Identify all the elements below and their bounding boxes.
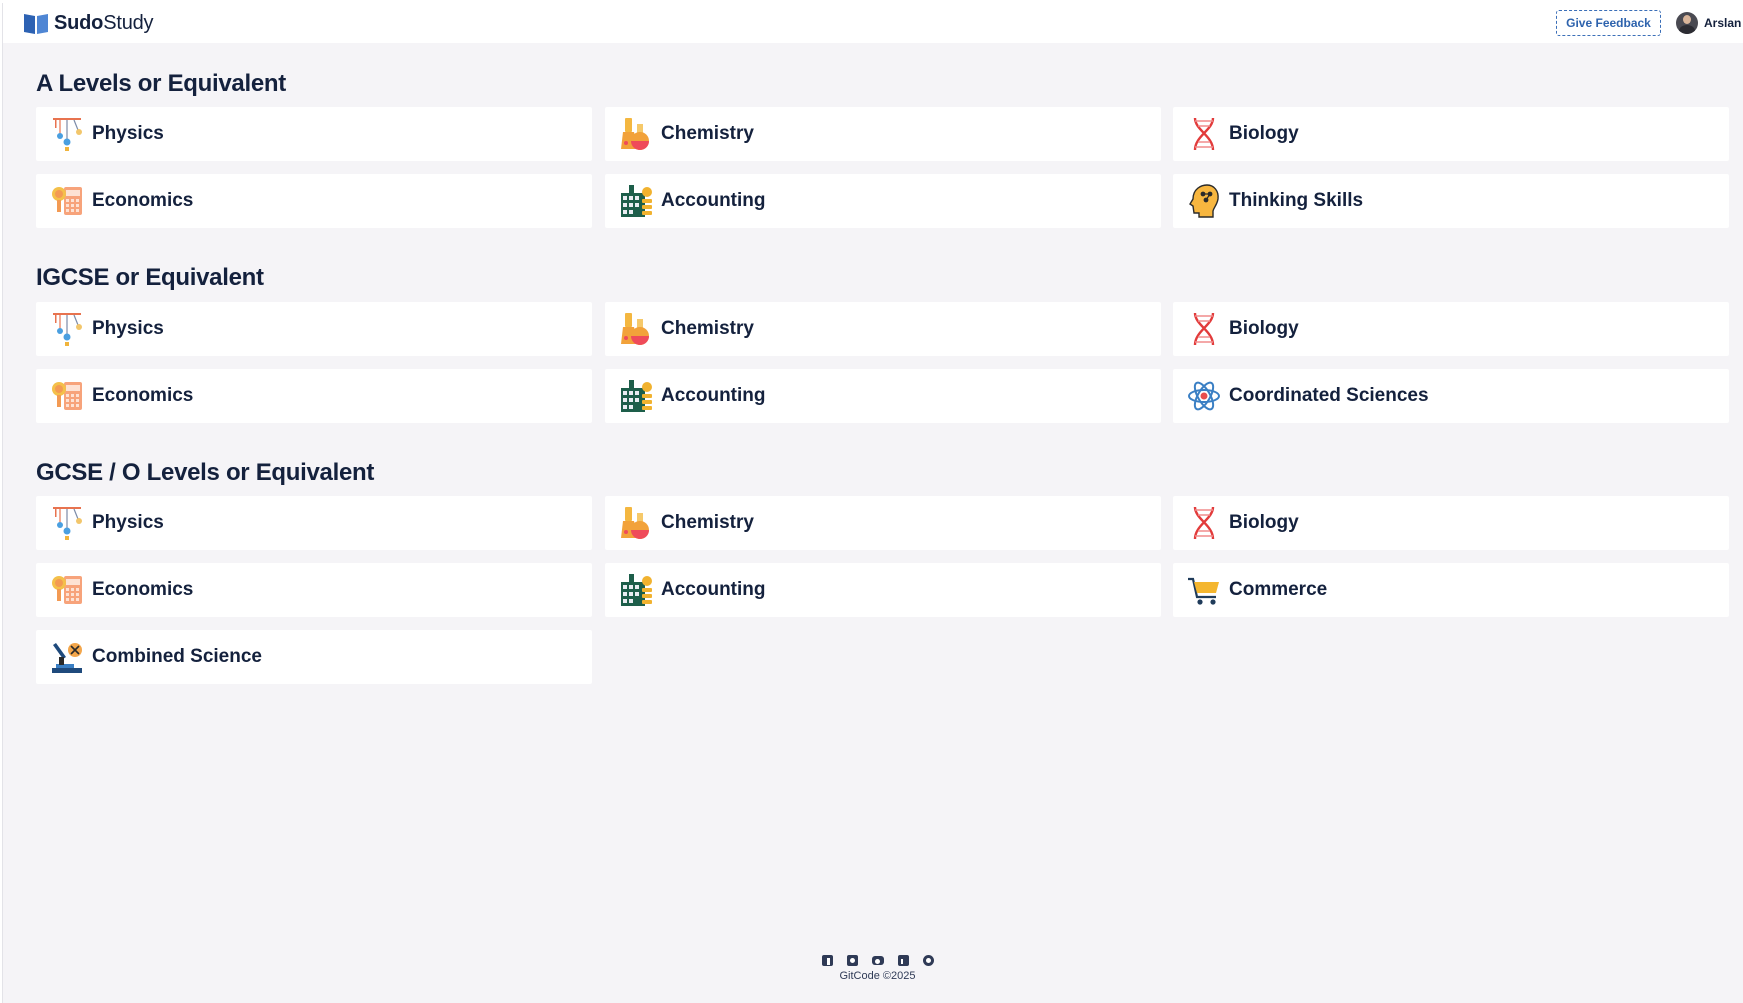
subject-card-chemistry[interactable]: Chemistry: [605, 302, 1161, 356]
subject-card-physics[interactable]: Physics: [36, 496, 592, 550]
facebook-icon[interactable]: [821, 955, 833, 966]
subject-card-economics[interactable]: Economics: [36, 563, 592, 617]
subject-card-coordinated-sciences[interactable]: Coordinated Sciences: [1173, 369, 1729, 423]
subject-card-combined-science[interactable]: Combined Science: [36, 630, 592, 684]
accounting-ledger-icon: [619, 183, 653, 219]
subject-label: Biology: [1229, 512, 1299, 533]
subject-label: Thinking Skills: [1229, 190, 1364, 211]
accounting-ledger-icon: [619, 572, 653, 608]
subject-card-thinking-skills[interactable]: Thinking Skills: [1173, 174, 1729, 228]
subject-label: Coordinated Sciences: [1229, 385, 1429, 406]
accounting-ledger-icon: [619, 378, 653, 414]
subject-label: Economics: [92, 579, 194, 600]
brain-head-icon: [1187, 183, 1221, 219]
avatar: [1676, 12, 1698, 34]
copyright-text: GitCode ©2025: [839, 970, 916, 982]
user-name: Arslan: [1704, 16, 1742, 30]
subject-label: Chemistry: [661, 318, 754, 339]
subject-label: Physics: [92, 318, 164, 339]
subject-label: Accounting: [661, 579, 766, 600]
subject-card-biology[interactable]: Biology: [1173, 107, 1729, 161]
subject-label: Biology: [1229, 318, 1299, 339]
subject-label: Biology: [1229, 123, 1299, 144]
subject-label: Accounting: [661, 190, 766, 211]
linkedin-icon[interactable]: [897, 955, 909, 966]
brand-logo[interactable]: SudoStudy: [23, 10, 154, 36]
give-feedback-button[interactable]: Give Feedback: [1556, 10, 1661, 36]
chemistry-flask-icon: [619, 116, 653, 152]
dna-icon: [1187, 311, 1221, 347]
subject-card-biology[interactable]: Biology: [1173, 496, 1729, 550]
subject-card-physics[interactable]: Physics: [36, 107, 592, 161]
subject-label: Accounting: [661, 385, 766, 406]
brand-name: SudoStudy: [54, 11, 154, 34]
page: SudoStudy Give Feedback Arslan A Levels …: [2, 3, 1743, 1003]
subject-card-commerce[interactable]: Commerce: [1173, 563, 1729, 617]
reddit-icon[interactable]: [922, 955, 934, 966]
section-title-a-levels: A Levels or Equivalent: [36, 70, 286, 97]
subject-card-biology[interactable]: Biology: [1173, 302, 1729, 356]
subject-card-chemistry[interactable]: Chemistry: [605, 107, 1161, 161]
section-title-gcse-o-levels: GCSE / O Levels or Equivalent: [36, 459, 375, 486]
microscope-icon: [50, 639, 84, 675]
subject-label: Combined Science: [92, 646, 262, 667]
user-menu[interactable]: Arslan: [1676, 12, 1741, 34]
subject-label: Physics: [92, 512, 164, 533]
book-logo-icon: [24, 14, 48, 34]
top-bar: SudoStudy Give Feedback Arslan: [3, 3, 1743, 43]
subject-card-economics[interactable]: Economics: [36, 174, 592, 228]
instagram-icon[interactable]: [846, 955, 858, 966]
social-links: [11, 955, 1743, 966]
shopping-cart-icon: [1187, 572, 1221, 608]
subject-card-physics[interactable]: Physics: [36, 302, 592, 356]
subject-card-accounting[interactable]: Accounting: [605, 174, 1161, 228]
section-title-igcse: IGCSE or Equivalent: [36, 264, 264, 291]
subject-label: Physics: [92, 123, 164, 144]
economics-calculator-icon: [50, 378, 84, 414]
subject-card-accounting[interactable]: Accounting: [605, 563, 1161, 617]
subject-label: Economics: [92, 385, 194, 406]
economics-calculator-icon: [50, 183, 84, 219]
subject-label: Commerce: [1229, 579, 1328, 600]
subject-label: Chemistry: [661, 512, 754, 533]
chemistry-flask-icon: [619, 505, 653, 541]
subject-card-economics[interactable]: Economics: [36, 369, 592, 423]
subject-label: Chemistry: [661, 123, 754, 144]
subject-label: Economics: [92, 190, 194, 211]
dna-icon: [1187, 116, 1221, 152]
economics-calculator-icon: [50, 572, 84, 608]
subject-card-chemistry[interactable]: Chemistry: [605, 496, 1161, 550]
atom-icon: [1187, 378, 1221, 414]
physics-pendulum-icon: [50, 505, 84, 541]
footer: GitCode ©2025: [3, 955, 1743, 982]
youtube-icon[interactable]: [871, 956, 884, 965]
chemistry-flask-icon: [619, 311, 653, 347]
physics-pendulum-icon: [50, 116, 84, 152]
subject-card-accounting[interactable]: Accounting: [605, 369, 1161, 423]
physics-pendulum-icon: [50, 311, 84, 347]
dna-icon: [1187, 505, 1221, 541]
